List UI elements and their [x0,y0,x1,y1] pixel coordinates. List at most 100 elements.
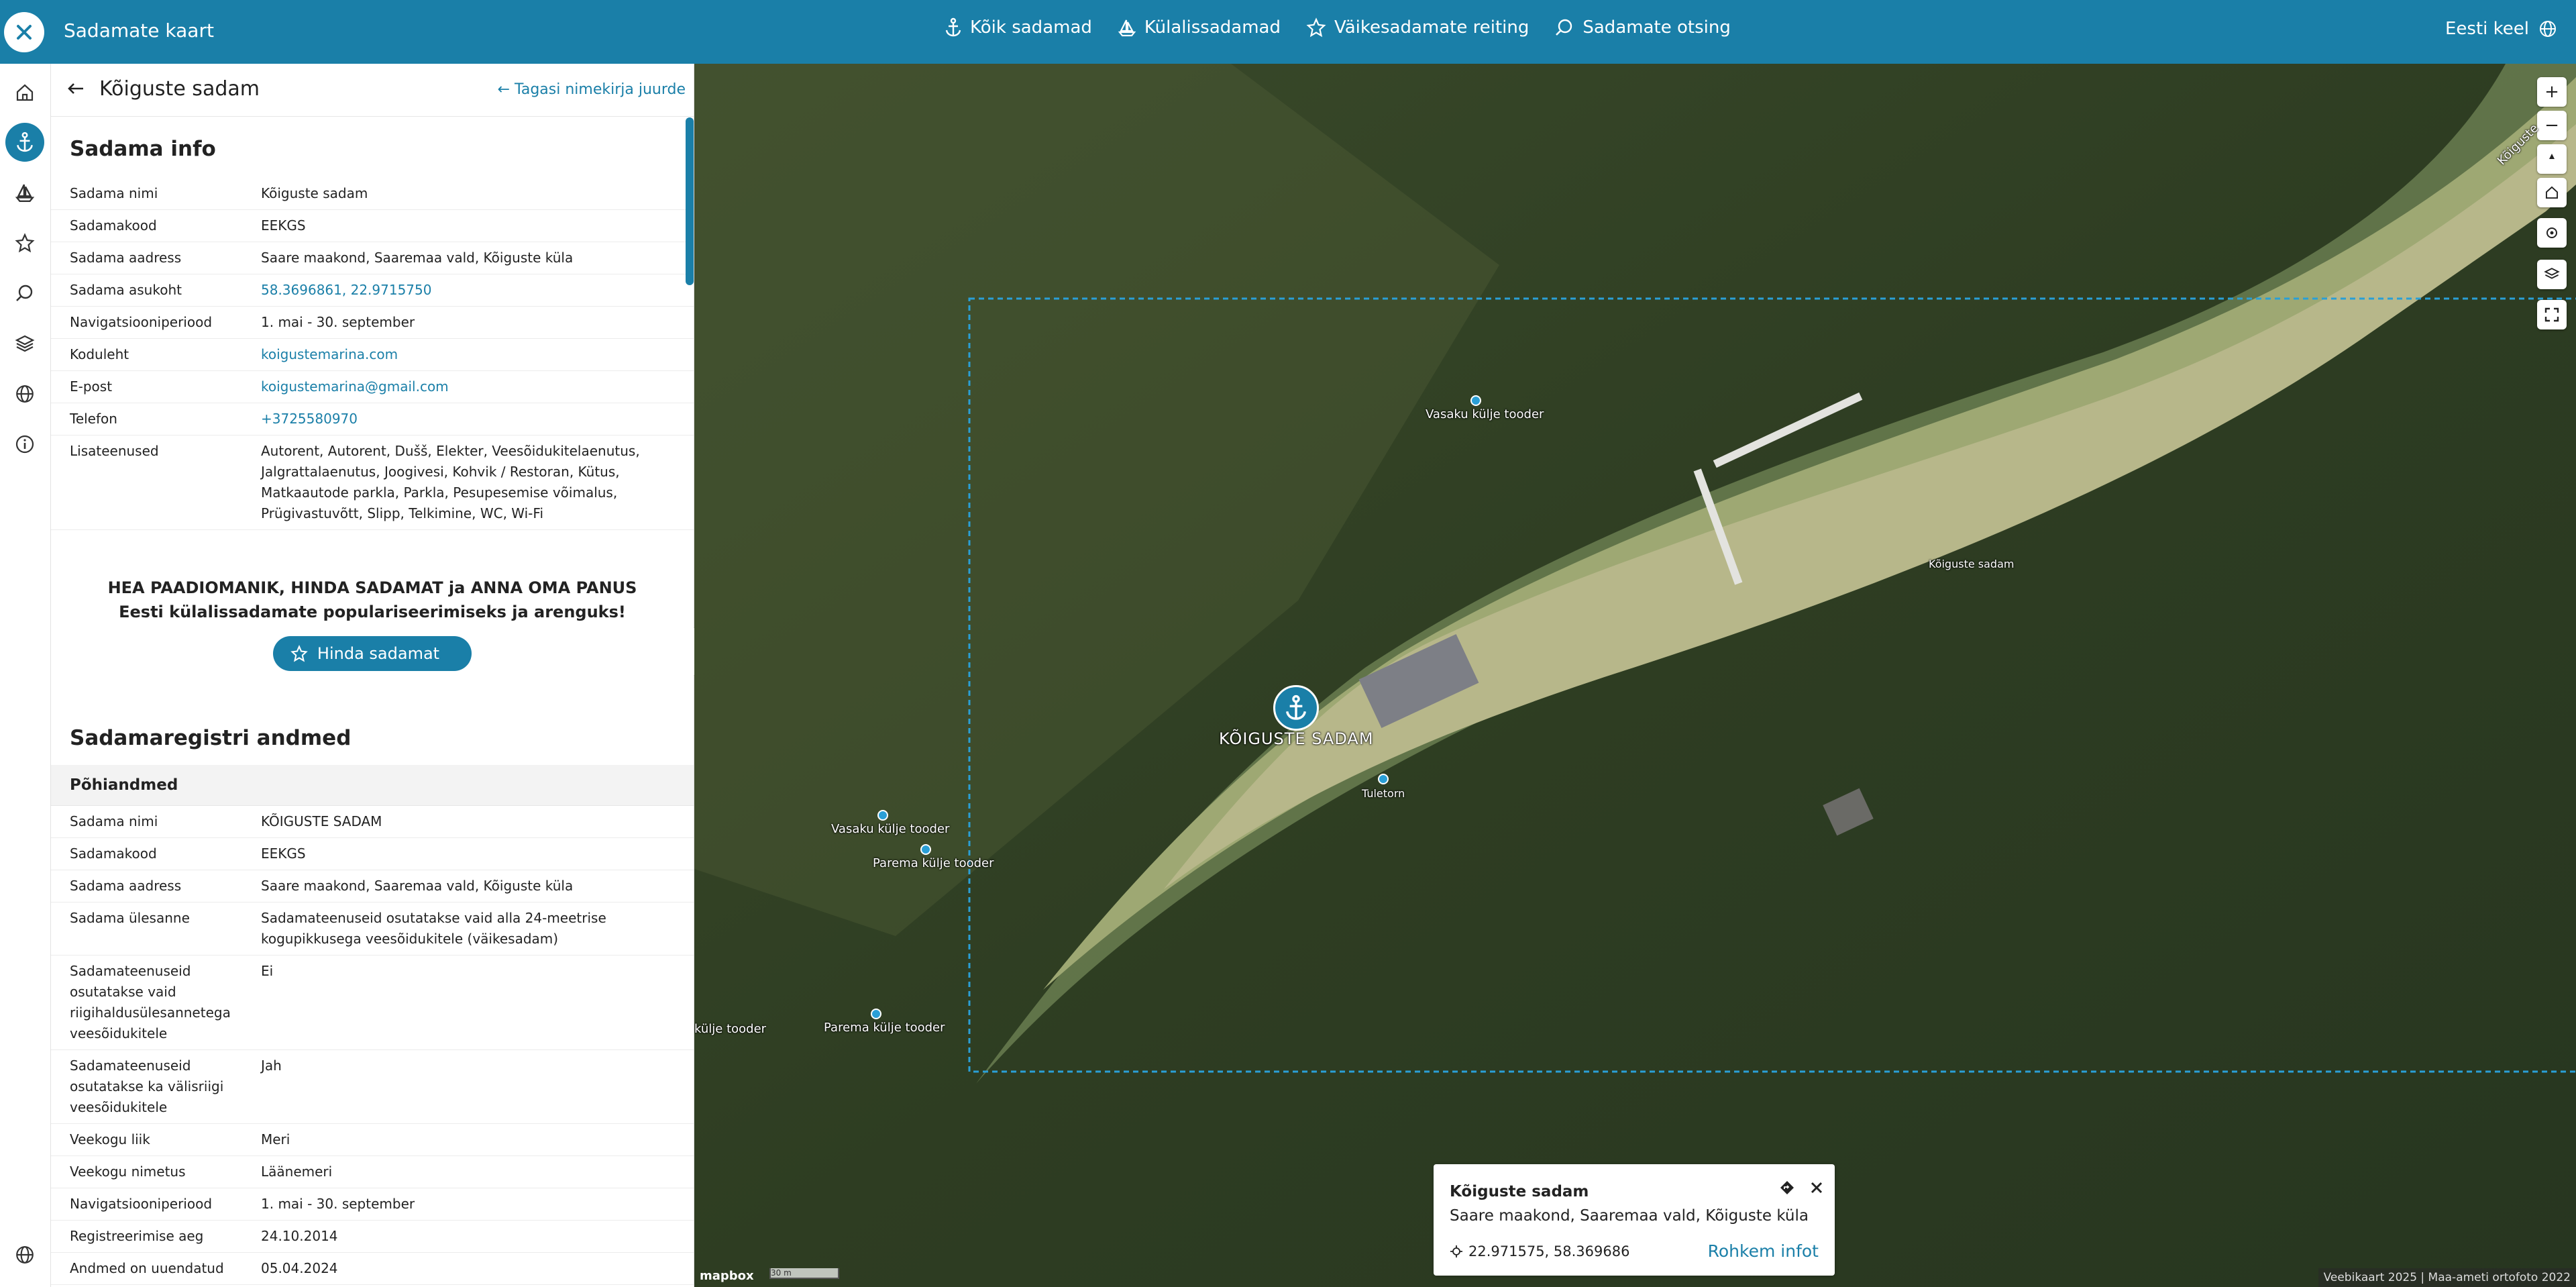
row-key: Navigatsiooniperiood [70,314,213,330]
info-icon [15,435,34,454]
more-info-link[interactable]: Rohkem infot [1708,1241,1819,1261]
star-icon [15,233,35,253]
map-view[interactable]: + − KÕIGUSTE SADAM Vasaku külje tooder V… [694,64,2576,1287]
layers-icon [15,335,35,352]
harbor-marker[interactable] [1273,685,1319,731]
zoom-out-button[interactable]: − [2537,111,2567,140]
row-key: Veekogu liik [70,1131,150,1147]
close-button[interactable] [4,12,44,52]
row-key: Sadamateenuseid osutatakse vaid riigihal… [70,963,231,1041]
popup-address: Saare maakond, Saaremaa vald, Kõiguste k… [1450,1207,1809,1225]
directions-button[interactable] [1778,1179,1796,1196]
row-key: Sadama nimi [70,813,158,829]
section-title-info: Sadama info [70,137,216,161]
nav-all-harbors[interactable]: Kõik sadamad [945,17,1092,38]
back-button[interactable] [66,79,86,101]
row-value: 05.04.2024 [261,1260,338,1276]
row-value: Kõiguste sadam [261,185,368,201]
star-icon [1306,17,1326,38]
location-link[interactable]: 58.3696861, 22.9715750 [261,280,675,301]
nav-small-harbor-rating[interactable]: Väikesadamate reiting [1306,17,1529,38]
phone-link[interactable]: +3725580970 [261,409,675,429]
panel-title: Kõiguste sadam [99,77,260,101]
rail-rating[interactable] [5,223,44,262]
row-value: Saare maakond, Saaremaa vald, Kõiguste k… [261,250,574,266]
anchor-icon [17,132,33,152]
coords-value: 22.971575, 58.369686 [1468,1243,1630,1259]
row-value: 1. mai - 30. september [261,1196,415,1212]
table-row: Sadamateenuseid osutatakse vaid riigihal… [51,956,694,1050]
popup-close-button[interactable] [1808,1179,1825,1196]
row-key: Registreerimise aeg [70,1228,204,1244]
table-row: Veekogu liik Meri [51,1124,694,1156]
rail-layers[interactable] [5,324,44,363]
close-icon [17,25,32,40]
rail-search[interactable] [5,274,44,313]
locate-button[interactable] [2537,218,2567,248]
map-attribution[interactable]: Veebikaart 2025 | Maa-ameti ortofoto 202… [2318,1268,2576,1287]
row-key: Andmed on uuendatud [70,1260,224,1276]
layers-button[interactable] [2537,260,2567,289]
zoom-in-button[interactable]: + [2537,77,2567,107]
table-row: Sadamakood EEKGS [51,210,694,242]
language-selector[interactable]: Eesti keel [2445,19,2557,39]
table-row: Navigatsiooniperiood 1. mai - 30. septemb… [51,1188,694,1221]
aerial-imagery [694,64,2576,1287]
table-row: Sadamateenuseid osutatakse ka välisriigi… [51,1050,694,1124]
globe-icon [16,1246,34,1264]
nav-guest-harbors[interactable]: Külalissadamad [1118,17,1281,38]
row-key: Sadama nimi [70,185,158,201]
anchor-icon [1285,694,1307,720]
email-link[interactable]: koigustemarina@gmail.com [261,376,675,397]
row-value: 1. mai - 30. september [261,314,415,330]
table-row: Registreerimise aeg 24.10.2014 [51,1221,694,1253]
row-key: Sadamakood [70,217,157,234]
table-row: Veekogu nimetus Läänemeri [51,1156,694,1188]
row-key: Sadama asukoht [70,282,182,298]
row-key: E-post [70,378,113,395]
panel-scrollbar[interactable] [686,117,694,285]
sailboat-icon [15,184,35,203]
compass-button[interactable] [2537,144,2567,174]
language-label: Eesti keel [2445,19,2529,39]
table-row: E-post koigustemarina@gmail.com [51,371,694,403]
map-point[interactable] [920,844,931,855]
promo-line: HEA PAADIOMANIK, HINDA SADAMAT ja ANNA O… [107,578,637,597]
map-point-label: Parema külje tooder [873,856,994,870]
nav-harbor-search[interactable]: Sadamate otsing [1554,17,1731,38]
info-table: Sadama nimi Kõiguste sadam Sadamakood EEKG… [51,178,694,530]
home-extent-button[interactable] [2537,178,2567,207]
rail-footer-globe[interactable] [5,1235,44,1274]
back-to-list-link[interactable]: ← Tagasi nimekirja juurde [498,81,686,98]
home-icon [2545,186,2559,199]
fullscreen-icon [2544,307,2559,322]
fullscreen-button[interactable] [2537,300,2567,329]
rail-info[interactable] [5,425,44,464]
rail-home[interactable] [5,73,44,112]
map-point-label: külje tooder [694,1022,767,1036]
mapbox-logo: mapbox [700,1269,754,1283]
row-value: 24.10.2014 [261,1228,338,1244]
rail-globe[interactable] [5,374,44,413]
plus-icon: + [2544,82,2559,102]
row-key: Sadama aadress [70,250,182,266]
rail-harbors[interactable] [5,123,44,162]
row-key: Koduleht [70,346,129,362]
map-scale: 30 m [769,1268,839,1279]
map-point[interactable] [877,810,888,821]
table-row: Sadama aadress Saare maakond, Saaremaa va… [51,242,694,274]
website-link[interactable]: koigustemarina.com [261,344,675,365]
map-point[interactable] [871,1009,881,1019]
rail-guest-harbors[interactable] [5,173,44,212]
map-point-label: Kõiguste sadam [1929,558,2015,570]
map-point[interactable] [1378,774,1389,784]
map-point[interactable] [1470,395,1481,406]
layers-icon [2544,268,2560,279]
rate-harbor-button[interactable]: Hinda sadamat [272,636,472,671]
panel-header: Kõiguste sadam ← Tagasi nimekirja juurde [51,64,694,117]
promo-line: Eesti külalissadamate populariseerimisek… [119,603,626,621]
row-value: EEKGS [261,217,306,234]
close-icon [1811,1182,1823,1194]
map-point-label: Parema külje tooder [824,1021,945,1035]
row-value: Jah [261,1058,282,1074]
